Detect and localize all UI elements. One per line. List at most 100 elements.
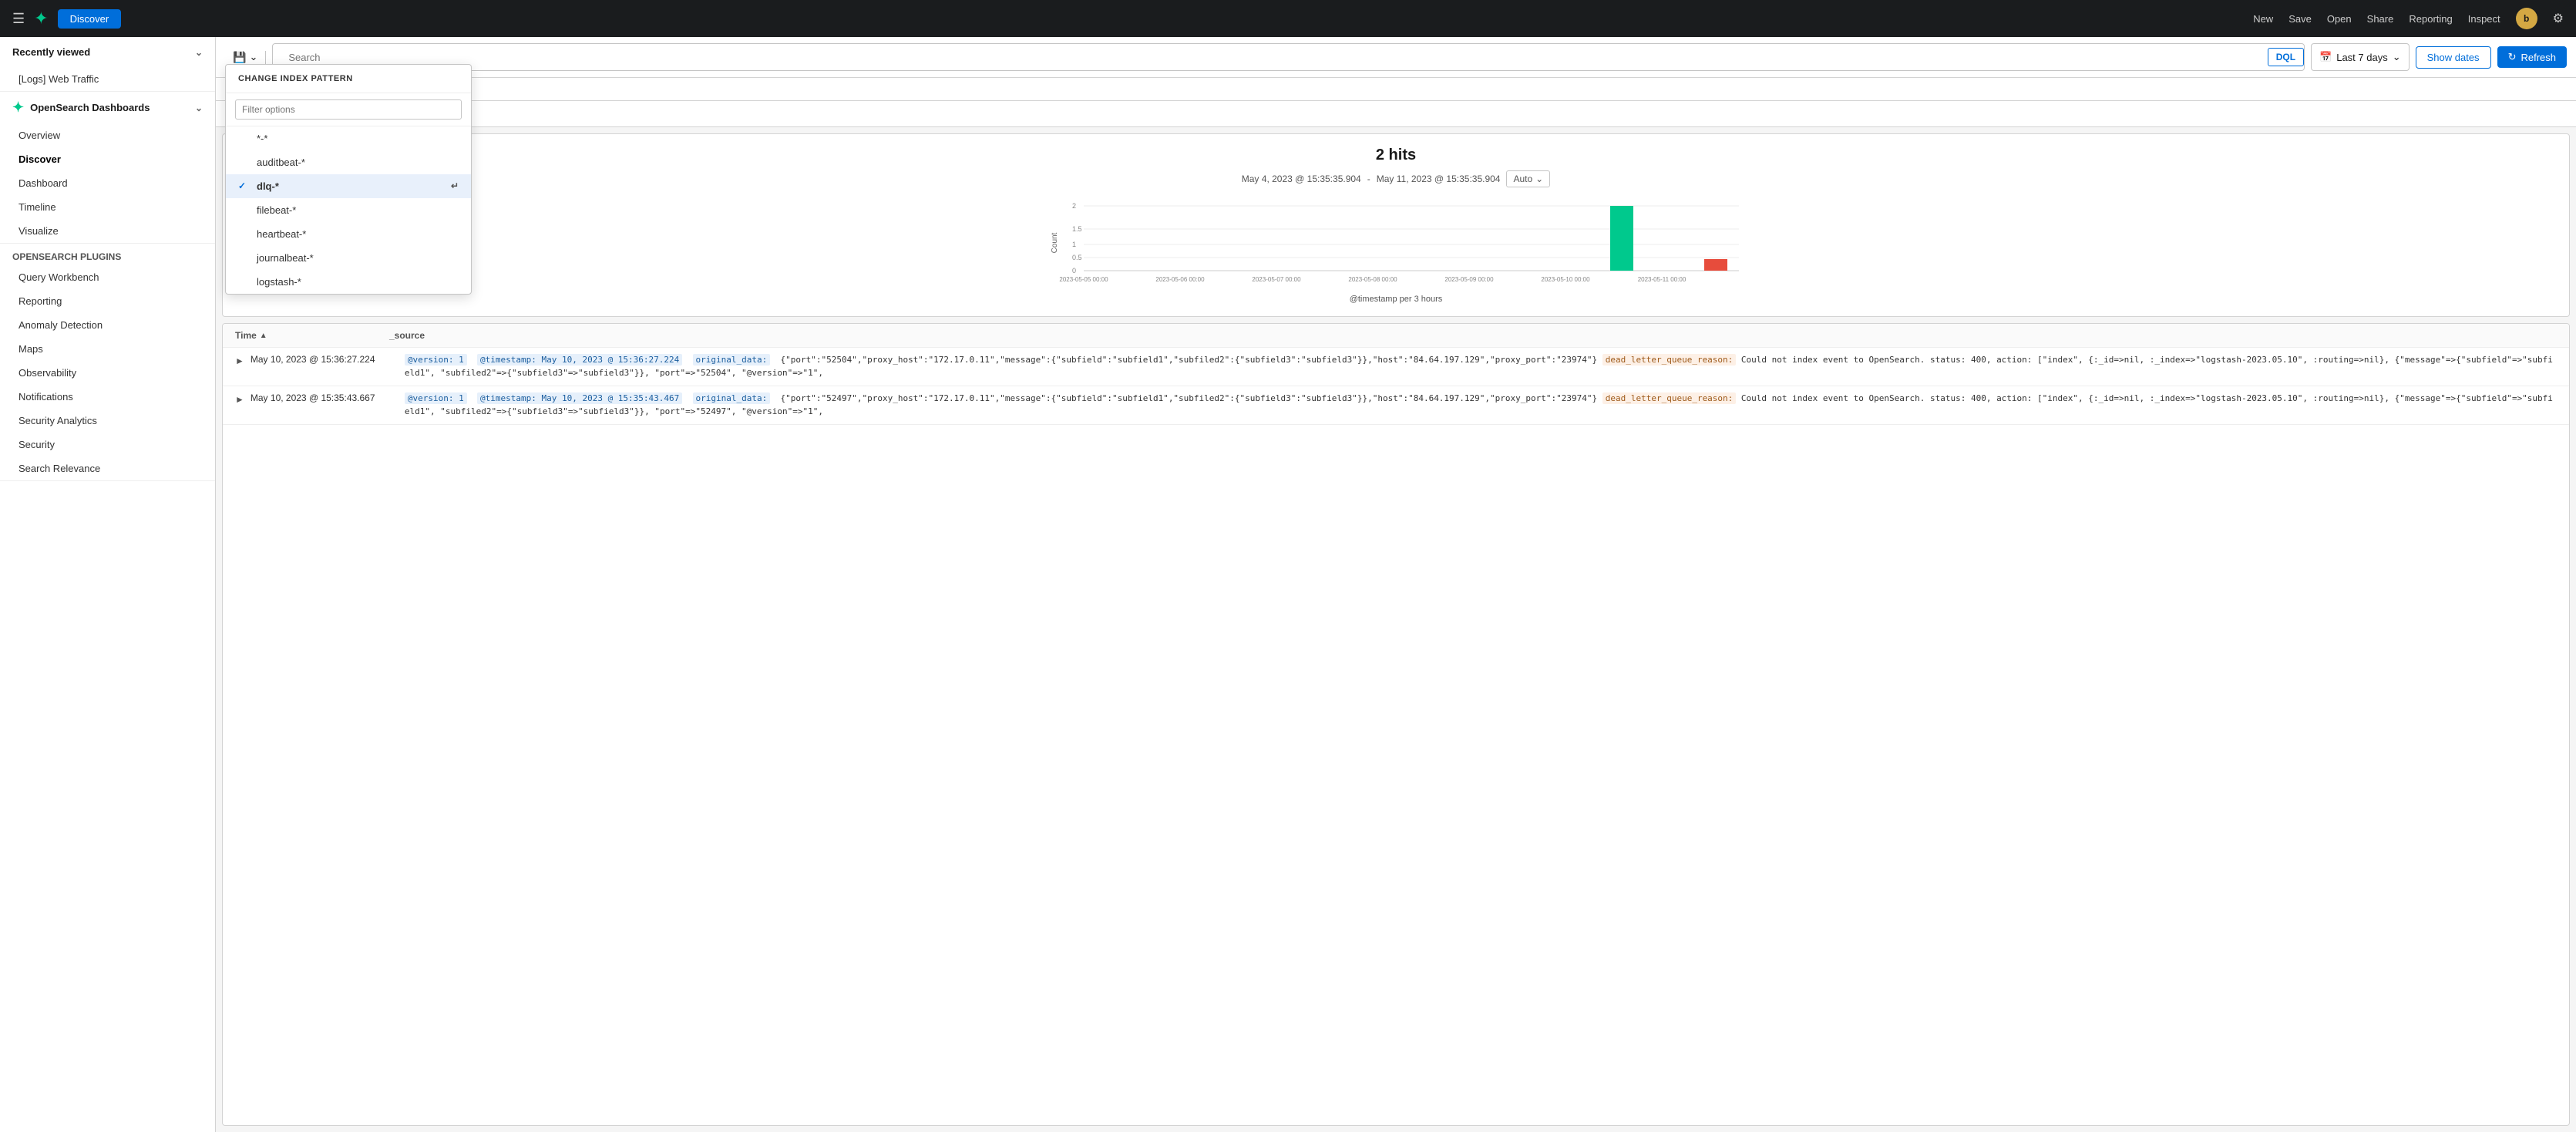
chevron-down-icon-dashboards: ⌄ xyxy=(195,103,203,113)
dropdown-item-label: auditbeat-* xyxy=(257,157,305,168)
opensearch-dashboards-header[interactable]: ✦ OpenSearch Dashboards ⌄ xyxy=(0,92,215,123)
sidebar-item-timeline[interactable]: Timeline xyxy=(0,195,215,219)
sidebar-item-discover[interactable]: Discover xyxy=(0,147,215,171)
dropdown-item-label: filebeat-* xyxy=(257,204,296,216)
dropdown-filter-input[interactable] xyxy=(235,99,462,120)
date-range-display: May 4, 2023 @ 15:35:35.904 - May 11, 202… xyxy=(235,170,2557,187)
dropdown-search-area xyxy=(226,93,471,126)
sidebar-item-security-analytics[interactable]: Security Analytics xyxy=(0,409,215,433)
sidebar-item-anomaly-detection[interactable]: Anomaly Detection xyxy=(0,313,215,337)
search-bar: DQL xyxy=(272,43,2305,71)
avatar[interactable]: b xyxy=(2516,8,2537,29)
dropdown-item[interactable]: ✓dlq-*↵ xyxy=(226,174,471,198)
timestamp-tag-2: @timestamp: May 10, 2023 @ 15:35:43.467 xyxy=(477,392,682,404)
chevron-down-icon: ⌄ xyxy=(195,47,203,58)
chart-container: Count 2 1.5 1 0.5 0 xyxy=(235,197,2557,304)
sidebar-item-dashboard[interactable]: Dashboard xyxy=(0,171,215,195)
inspect-link[interactable]: Inspect xyxy=(2468,13,2500,25)
discover-button[interactable]: Discover xyxy=(58,9,122,29)
recently-viewed-label: Recently viewed xyxy=(12,46,90,58)
svg-text:2023-05-06 00:00: 2023-05-06 00:00 xyxy=(1155,276,1205,283)
date-range-label: Last 7 days xyxy=(2336,52,2388,63)
version-tag: @version: 1 xyxy=(405,354,467,366)
open-link[interactable]: Open xyxy=(2327,13,2352,25)
dql-button[interactable]: DQL xyxy=(2268,48,2304,66)
opensearch-dashboards-section: ✦ OpenSearch Dashboards ⌄ Overview Disco… xyxy=(0,92,215,244)
sidebar-item-security[interactable]: Security xyxy=(0,433,215,457)
col-time-header: Time ▲ xyxy=(235,330,389,341)
sort-icon[interactable]: ▲ xyxy=(260,332,267,340)
sidebar-item-notifications[interactable]: Notifications xyxy=(0,385,215,409)
toolbar: 💾 ⌄ CHANGE INDEX PATTERN *-*auditbeat-*✓… xyxy=(216,37,2576,78)
dropdown-list: *-*auditbeat-*✓dlq-*↵filebeat-*heartbeat… xyxy=(226,126,471,294)
chart-section: 2 hits May 4, 2023 @ 15:35:35.904 - May … xyxy=(222,133,2570,317)
sidebar-item-logs-web-traffic[interactable]: [Logs] Web Traffic xyxy=(0,67,215,91)
svg-text:2023-05-08 00:00: 2023-05-08 00:00 xyxy=(1348,276,1397,283)
auto-select[interactable]: Auto ⌄ xyxy=(1506,170,1550,187)
results-section: Time ▲ _source ► May 10, 2023 @ 15:36:27… xyxy=(222,323,2570,1126)
sidebar-item-overview[interactable]: Overview xyxy=(0,123,215,147)
plugins-section: OpenSearch Plugins Query Workbench Repor… xyxy=(0,244,215,481)
recently-viewed-header[interactable]: Recently viewed ⌄ xyxy=(0,37,215,67)
original-data-tag-2: original_data: xyxy=(693,392,771,404)
auto-label: Auto xyxy=(1513,174,1532,184)
chevron-down-icon-auto: ⌄ xyxy=(1535,174,1543,184)
bar-may10 xyxy=(1610,206,1633,271)
settings-icon[interactable]: ⚙ xyxy=(2553,11,2564,26)
dropdown-item-label: dlq-* xyxy=(257,180,279,192)
new-link[interactable]: New xyxy=(2253,13,2273,25)
bar-may11 xyxy=(1704,259,1727,271)
reporting-link[interactable]: Reporting xyxy=(2409,13,2452,25)
svg-text:1: 1 xyxy=(1072,241,1076,248)
date-picker[interactable]: 📅 Last 7 days ⌄ xyxy=(2311,43,2410,71)
sidebar-item-search-relevance[interactable]: Search Relevance xyxy=(0,457,215,480)
sidebar-item-observability[interactable]: Observability xyxy=(0,361,215,385)
search-input[interactable] xyxy=(281,52,2259,63)
hits-count: 2 hits xyxy=(235,147,2557,164)
sidebar-item-visualize[interactable]: Visualize xyxy=(0,219,215,243)
dropdown-item[interactable]: *-* xyxy=(226,126,471,150)
sidebar: Recently viewed ⌄ [Logs] Web Traffic ✦ O… xyxy=(0,37,216,1132)
result-source: @version: 1 @timestamp: May 10, 2023 @ 1… xyxy=(405,392,2557,418)
plugins-label: OpenSearch Plugins xyxy=(0,244,215,265)
logo-icon: ✦ xyxy=(34,8,48,29)
top-nav: ☰ ✦ Discover New Save Open Share Reporti… xyxy=(0,0,2576,37)
dropdown-item-label: logstash-* xyxy=(257,276,301,288)
svg-text:0.5: 0.5 xyxy=(1072,254,1082,261)
original-data-tag: original_data: xyxy=(693,354,771,366)
sidebar-item-reporting[interactable]: Reporting xyxy=(0,289,215,313)
col-source-header: _source xyxy=(389,330,2557,341)
index-selector-wrapper: 💾 ⌄ CHANGE INDEX PATTERN *-*auditbeat-*✓… xyxy=(225,51,266,64)
expand-icon[interactable]: ► xyxy=(235,355,244,366)
result-time: May 10, 2023 @ 15:36:27.224 xyxy=(251,354,405,365)
show-dates-button[interactable]: Show dates xyxy=(2416,46,2491,69)
chevron-down-icon-date: ⌄ xyxy=(2393,51,2401,63)
dropdown-item[interactable]: logstash-* xyxy=(226,270,471,294)
sidebar-item-maps[interactable]: Maps xyxy=(0,337,215,361)
search-input-area xyxy=(273,52,2267,63)
dropdown-item[interactable]: heartbeat-* xyxy=(226,222,471,246)
dropdown-item[interactable]: auditbeat-* xyxy=(226,150,471,174)
opensearch-logo-icon: ✦ xyxy=(12,99,24,116)
dropdown-title: CHANGE INDEX PATTERN xyxy=(226,65,471,93)
main-content: 💾 ⌄ CHANGE INDEX PATTERN *-*auditbeat-*✓… xyxy=(216,37,2576,1132)
refresh-button[interactable]: ↻ Refresh xyxy=(2497,46,2567,68)
svg-text:Count: Count xyxy=(1051,232,1059,253)
chart-svg: Count 2 1.5 1 0.5 0 xyxy=(235,197,2557,289)
table-row: ► May 10, 2023 @ 15:35:43.667 @version: … xyxy=(223,386,2569,425)
expand-icon[interactable]: ► xyxy=(235,394,244,405)
opensearch-dashboards-label: OpenSearch Dashboards xyxy=(30,102,150,113)
sidebar-item-query-workbench[interactable]: Query Workbench xyxy=(0,265,215,289)
svg-text:2023-05-11 00:00: 2023-05-11 00:00 xyxy=(1638,276,1687,283)
chevron-down-icon-index: ⌄ xyxy=(249,51,257,63)
enter-icon: ↵ xyxy=(451,180,459,191)
dropdown-item[interactable]: journalbeat-* xyxy=(226,246,471,270)
save-search-icon: 💾 xyxy=(233,51,246,64)
index-pattern-bar: dlq-* ⌄ ↞ xyxy=(216,101,2576,127)
share-link[interactable]: Share xyxy=(2367,13,2394,25)
dropdown-item[interactable]: filebeat-* xyxy=(226,198,471,222)
svg-text:2023-05-10 00:00: 2023-05-10 00:00 xyxy=(1541,276,1590,283)
hamburger-icon[interactable]: ☰ xyxy=(12,11,25,27)
index-selector[interactable]: 💾 ⌄ xyxy=(225,51,266,64)
save-link[interactable]: Save xyxy=(2288,13,2312,25)
